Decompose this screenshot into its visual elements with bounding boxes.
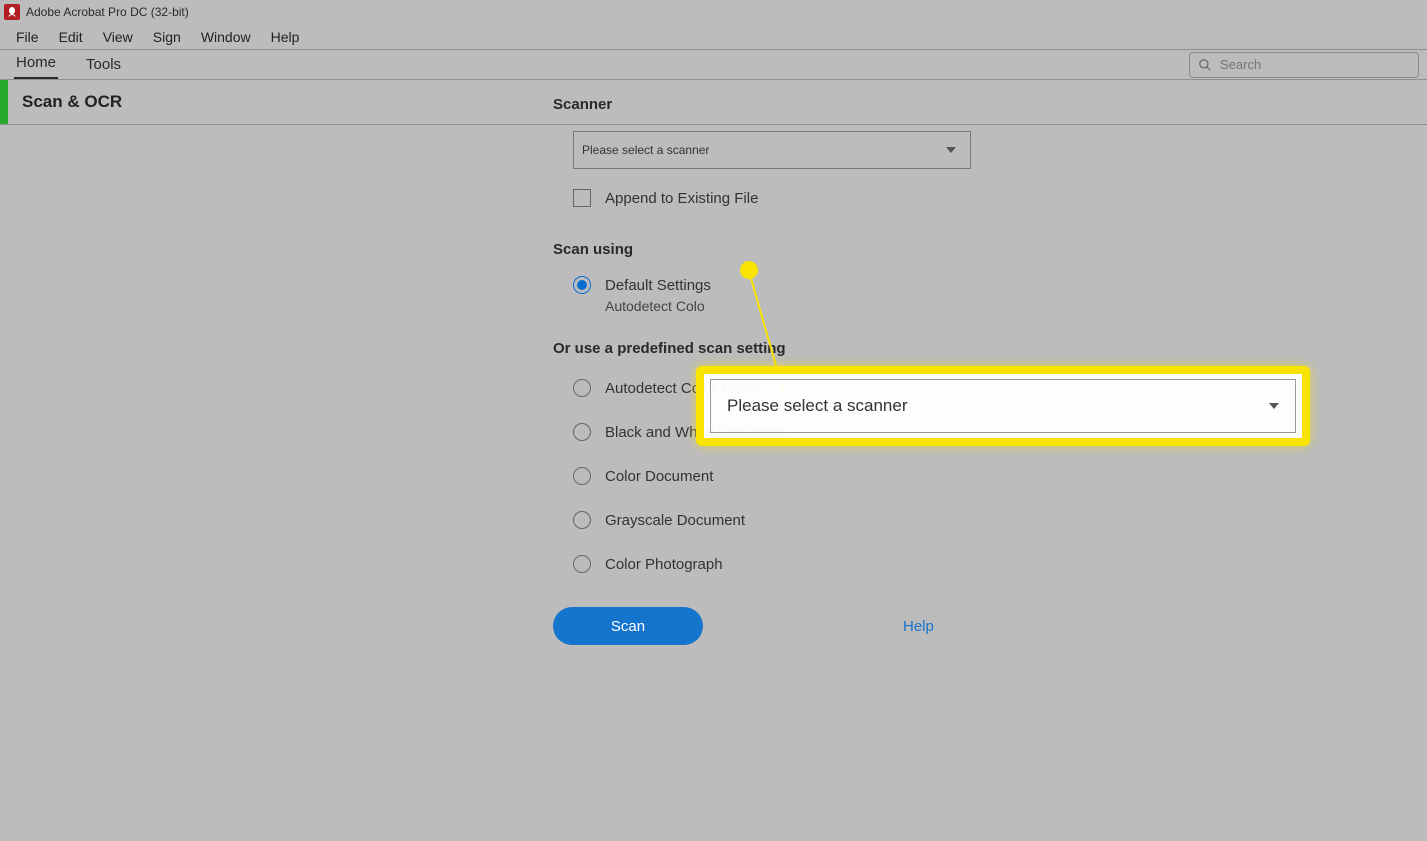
window-title-bar: Adobe Acrobat Pro DC (32-bit) bbox=[0, 0, 1427, 24]
search-box[interactable] bbox=[1189, 52, 1419, 78]
scanner-dropdown-text: Please select a scanner bbox=[582, 143, 709, 157]
radio-grayscale[interactable] bbox=[573, 511, 591, 529]
option-grayscale[interactable]: Grayscale Document bbox=[573, 511, 1313, 529]
callout-text: Please select a scanner bbox=[727, 396, 908, 416]
tool-accent bbox=[0, 80, 8, 124]
menu-file[interactable]: File bbox=[6, 26, 49, 48]
radio-bw[interactable] bbox=[573, 423, 591, 441]
tab-bar: Home Tools bbox=[0, 50, 1427, 80]
search-input[interactable] bbox=[1220, 57, 1410, 72]
radio-autodetect[interactable] bbox=[573, 379, 591, 397]
append-label: Append to Existing File bbox=[605, 190, 758, 207]
radio-color[interactable] bbox=[573, 467, 591, 485]
menu-help[interactable]: Help bbox=[261, 26, 310, 48]
menu-sign[interactable]: Sign bbox=[143, 26, 191, 48]
radio-photo[interactable] bbox=[573, 555, 591, 573]
button-row: Scan Help bbox=[553, 607, 1313, 645]
help-link[interactable]: Help bbox=[903, 618, 934, 635]
tab-tools[interactable]: Tools bbox=[84, 51, 123, 79]
callout-box: Please select a scanner bbox=[696, 366, 1310, 446]
default-settings-row[interactable]: Default Settings bbox=[573, 276, 1313, 294]
chevron-down-icon bbox=[946, 147, 956, 153]
option-photo[interactable]: Color Photograph bbox=[573, 555, 1313, 573]
append-checkbox[interactable] bbox=[573, 189, 591, 207]
predefined-label: Or use a predefined scan setting bbox=[553, 340, 1313, 357]
acrobat-icon bbox=[4, 4, 20, 20]
default-settings-label: Default Settings bbox=[605, 277, 711, 294]
chevron-down-icon bbox=[1269, 403, 1279, 409]
tool-title: Scan & OCR bbox=[22, 92, 122, 112]
menu-edit[interactable]: Edit bbox=[49, 26, 93, 48]
scanner-dropdown[interactable]: Please select a scanner bbox=[573, 131, 971, 169]
menu-bar: File Edit View Sign Window Help bbox=[0, 24, 1427, 50]
search-icon bbox=[1198, 58, 1212, 72]
scan-button[interactable]: Scan bbox=[553, 607, 703, 645]
callout-dropdown[interactable]: Please select a scanner bbox=[710, 379, 1296, 433]
option-color[interactable]: Color Document bbox=[573, 467, 1313, 485]
tab-home[interactable]: Home bbox=[14, 49, 58, 79]
append-row[interactable]: Append to Existing File bbox=[573, 189, 1313, 207]
default-settings-radio[interactable] bbox=[573, 276, 591, 294]
menu-view[interactable]: View bbox=[93, 26, 143, 48]
scanner-label: Scanner bbox=[553, 96, 1313, 113]
scan-using-label: Scan using bbox=[553, 241, 1313, 258]
window-title: Adobe Acrobat Pro DC (32-bit) bbox=[26, 5, 189, 19]
menu-window[interactable]: Window bbox=[191, 26, 261, 48]
default-settings-sub: Autodetect Colo bbox=[605, 298, 1313, 314]
callout-dot bbox=[740, 261, 758, 279]
